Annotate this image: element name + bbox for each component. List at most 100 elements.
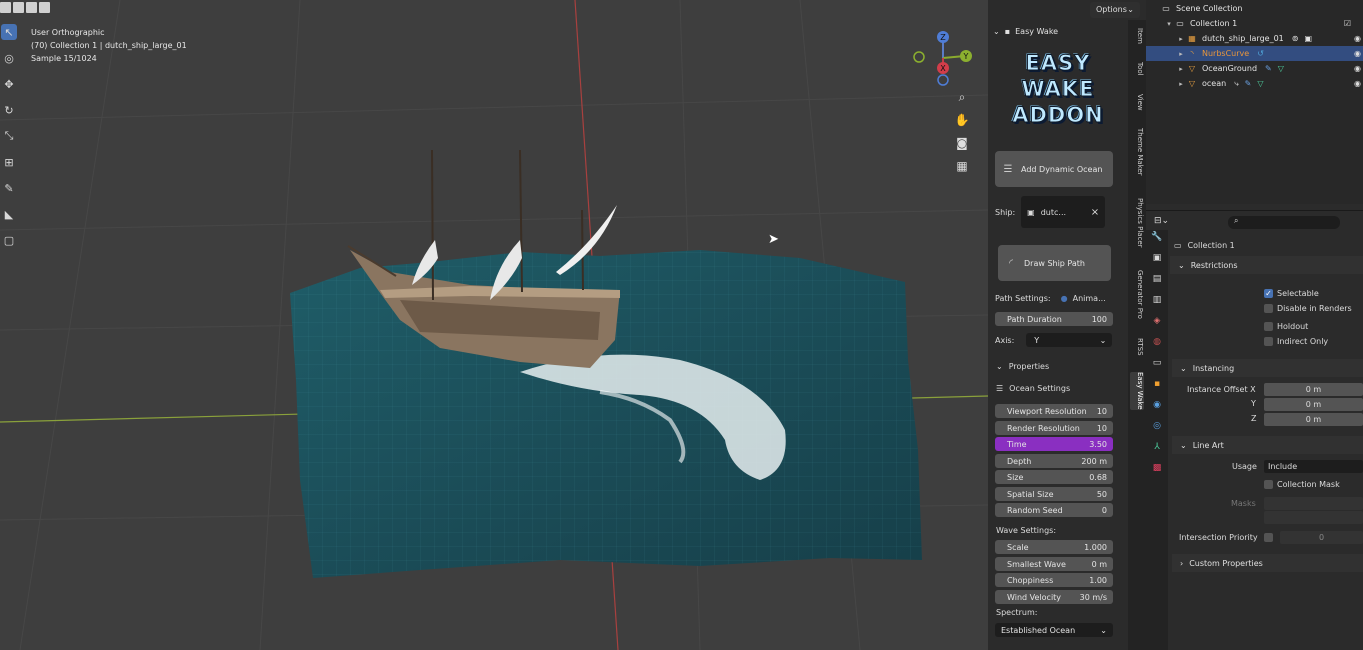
collection-row[interactable]: ▾ ▭ Collection 1 ☑ [1164, 16, 1363, 31]
output-tab-icon[interactable]: ▤ [1150, 272, 1164, 286]
outliner-item-oceanground[interactable]: ▸ ▽ OceanGround ✎ ▽ ◉ [1176, 61, 1363, 76]
spectrum-dropdown[interactable]: Established Ocean ⌄ [995, 623, 1113, 637]
annotate-icon[interactable]: ✎ [1, 180, 17, 196]
expand-chevron-icon[interactable]: ▾ [1164, 20, 1174, 28]
options-dropdown[interactable]: Options ⌄ [1090, 2, 1140, 18]
outliner-item-nurbscurve[interactable]: ▸ ◝ NurbsCurve ↺ ◉ [1146, 46, 1363, 61]
tool-tab-icon[interactable]: 🔧 [1150, 230, 1164, 244]
measure-icon[interactable]: ◣ [1, 206, 17, 222]
line-art-panel-header[interactable]: ⌄ Line Art [1172, 436, 1363, 454]
invert-mode-icon[interactable] [39, 2, 50, 13]
expand-chevron-icon[interactable]: ▸ [1176, 50, 1186, 58]
zoom-icon[interactable]: ⌕ [954, 89, 970, 105]
3d-viewport[interactable]: ↖ ◎ ✥ ↻ ⤡ ⊞ ✎ ◣ ▢ User Orthographic (70)… [0, 0, 988, 650]
holdout-checkbox[interactable]: Holdout [1264, 322, 1308, 331]
scene-tab-icon[interactable]: ◈ [1150, 314, 1164, 328]
collapse-chevron-icon[interactable]: ⌄ [993, 27, 1000, 36]
restrictions-panel-header[interactable]: ⌄ Restrictions [1170, 256, 1363, 274]
tab-easy-wake[interactable]: Easy Wake [1130, 372, 1144, 410]
path-duration-field[interactable]: Path Duration 100 [995, 312, 1113, 326]
spatial-size-field[interactable]: Spatial Size 50 [995, 487, 1113, 501]
collection-tab-icon[interactable]: ▭ [1150, 356, 1164, 370]
object-tab-icon[interactable]: ▪ [1150, 377, 1164, 391]
viewport-header-buttons[interactable] [0, 2, 50, 13]
disable-in-renders-checkbox[interactable]: Disable in Renders [1264, 304, 1352, 313]
depth-field[interactable]: Depth 200 m [995, 454, 1113, 468]
tab-generator-pro[interactable]: Generator Pro [1130, 270, 1144, 319]
visibility-eye-icon[interactable]: ◉ [1354, 34, 1361, 43]
texture-tab-icon[interactable]: ▩ [1150, 461, 1164, 475]
outliner-item-ship[interactable]: ▸ ▦ dutch_ship_large_01 ⊚ ▣ ◉ [1176, 31, 1363, 46]
checkbox-icon[interactable]: ☑ [1344, 19, 1351, 28]
selectable-checkbox[interactable]: ✓ Selectable [1264, 289, 1319, 298]
view-layer-tab-icon[interactable]: ▥ [1150, 293, 1164, 307]
pan-hand-icon[interactable]: ✋ [954, 112, 970, 128]
render-resolution-field[interactable]: Render Resolution 10 [995, 421, 1113, 435]
instance-offset-y-field[interactable]: 0 m [1264, 398, 1363, 411]
select-mode-icon[interactable] [0, 2, 11, 13]
editor-type-icon[interactable]: ⊟⌄ [1154, 216, 1169, 226]
tab-theme-maker[interactable]: Theme Maker [1130, 128, 1144, 176]
neg-y-axis-ball[interactable] [913, 51, 925, 63]
smallest-wave-field[interactable]: Smallest Wave 0 m [995, 557, 1113, 571]
subtract-mode-icon[interactable] [26, 2, 37, 13]
wind-velocity-field[interactable]: Wind Velocity 30 m/s [995, 590, 1113, 604]
scene-collection-row[interactable]: ▭ Scene Collection [1160, 1, 1363, 16]
visibility-eye-icon[interactable]: ◉ [1354, 49, 1361, 58]
constraint-tab-icon[interactable]: ◎ [1150, 419, 1164, 433]
move-icon[interactable]: ✥ [1, 76, 17, 92]
size-field[interactable]: Size 0.68 [995, 470, 1113, 484]
instancing-panel-header[interactable]: ⌄ Instancing [1172, 359, 1363, 377]
choppiness-field[interactable]: Choppiness 1.00 [995, 573, 1113, 587]
visibility-eye-icon[interactable]: ◉ [1354, 79, 1361, 88]
time-field[interactable]: Time 3.50 [995, 437, 1113, 451]
field-label: Spatial Size [1007, 489, 1054, 499]
instance-offset-x-field[interactable]: 0 m [1264, 383, 1363, 396]
neg-z-axis-ball[interactable] [937, 74, 949, 86]
visibility-eye-icon[interactable]: ◉ [1354, 64, 1361, 73]
tab-physics-placer[interactable]: Physics Placer [1130, 198, 1144, 248]
rotate-icon[interactable]: ↻ [1, 102, 17, 118]
instance-offset-z-field[interactable]: 0 m [1264, 413, 1363, 426]
expand-chevron-icon[interactable]: ▸ [1176, 65, 1186, 73]
ortho-grid-icon[interactable]: ▦ [954, 158, 970, 174]
easy-wake-panel-header[interactable]: ⌄ ▪ Easy Wake [988, 20, 1128, 42]
scale-field[interactable]: Scale 1.000 [995, 540, 1113, 554]
tab-rtss[interactable]: RTSS [1130, 338, 1144, 356]
draw-ship-path-button[interactable]: ◜ Draw Ship Path [998, 245, 1111, 281]
outliner-item-ocean[interactable]: ▸ ▽ ocean ⤷ ✎ ▽ ◉ [1176, 76, 1363, 91]
indirect-only-checkbox[interactable]: Indirect Only [1264, 337, 1328, 346]
physics-tab-icon[interactable]: ◉ [1150, 398, 1164, 412]
clear-icon[interactable]: × [1091, 207, 1099, 218]
expand-chevron-icon[interactable]: ▸ [1176, 80, 1186, 88]
path-settings-value[interactable]: Anima... [1073, 294, 1106, 303]
axis-dropdown[interactable]: Y ⌄ [1026, 333, 1113, 347]
ship-object-field[interactable]: ▣ dutc... × [1021, 196, 1106, 228]
collection-mask-checkbox[interactable]: Collection Mask [1264, 480, 1340, 489]
select-box-icon[interactable]: ↖ [1, 24, 17, 40]
render-tab-icon[interactable]: ▣ [1150, 251, 1164, 265]
usage-dropdown[interactable]: Include [1264, 460, 1363, 473]
navigation-gizmo[interactable]: Z Y X [912, 28, 978, 88]
add-cube-icon[interactable]: ▢ [1, 232, 17, 248]
camera-icon[interactable]: ◙ [954, 135, 970, 151]
properties-search-input[interactable]: ⌕ [1228, 216, 1340, 229]
add-dynamic-ocean-button[interactable]: ☰ Add Dynamic Ocean [995, 151, 1113, 187]
properties-subpanel-header[interactable]: ⌄ Properties [996, 362, 1049, 371]
expand-chevron-icon[interactable]: ▸ [1176, 35, 1186, 43]
tab-tool[interactable]: Tool [1130, 62, 1144, 76]
scale-icon[interactable]: ⤡ [1, 128, 17, 144]
transform-icon[interactable]: ⊞ [1, 154, 17, 170]
tab-view[interactable]: View [1130, 94, 1144, 111]
world-tab-icon[interactable]: ◍ [1150, 335, 1164, 349]
cursor-icon[interactable]: ◎ [1, 50, 17, 66]
random-seed-field[interactable]: Random Seed 0 [995, 503, 1113, 517]
intersection-priority-checkbox[interactable] [1264, 533, 1273, 542]
tab-item[interactable]: Item [1130, 28, 1144, 44]
extend-mode-icon[interactable] [13, 2, 24, 13]
radio-dot-icon[interactable]: ● [1061, 294, 1068, 303]
data-tab-icon[interactable]: ⅄ [1150, 440, 1164, 454]
viewport-resolution-field[interactable]: Viewport Resolution 10 [995, 404, 1113, 418]
intersection-priority-field[interactable]: 0 [1280, 531, 1363, 544]
custom-properties-panel-header[interactable]: › Custom Properties [1172, 554, 1363, 572]
